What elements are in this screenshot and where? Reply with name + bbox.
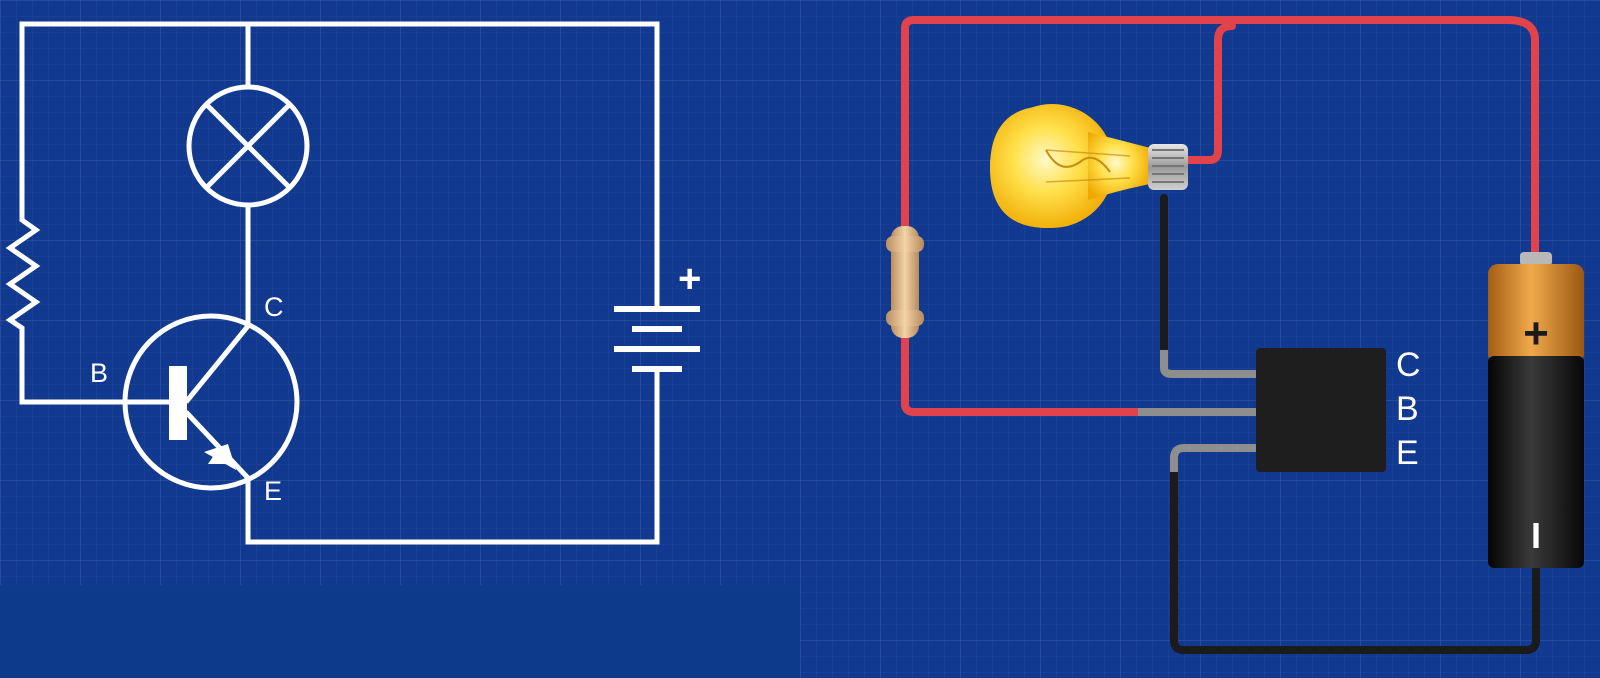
transistor-pin-e: E — [1396, 434, 1419, 472]
schematic-base-bar — [169, 366, 187, 440]
circuit-diagram: B C E + C B E + I — [0, 0, 1600, 678]
schematic-battery-plate-short-1 — [632, 326, 682, 332]
schematic-battery-plate-long-2 — [614, 346, 700, 352]
diagram-canvas: B C E + C B E + I — [0, 0, 1600, 678]
schematic-label-collector: C — [264, 292, 284, 322]
transistor-body-icon — [1256, 348, 1386, 472]
transistor-pin-c: C — [1396, 346, 1421, 384]
schematic-label-emitter: E — [264, 476, 282, 506]
transistor-pin-b: B — [1396, 390, 1419, 428]
battery-terminal — [1520, 252, 1552, 266]
schematic-battery-plate-long-1 — [614, 306, 700, 312]
battery-minus-label: I — [1531, 515, 1541, 556]
resistor-icon — [886, 226, 924, 338]
schematic-label-battery-plus: + — [678, 257, 701, 301]
battery-plus-label: + — [1523, 309, 1549, 358]
schematic-battery-plate-short-2 — [632, 366, 682, 372]
bottom-panel — [0, 585, 800, 678]
transistor-pin-labels: C B E — [1396, 346, 1421, 472]
schematic-label-base: B — [90, 358, 108, 388]
